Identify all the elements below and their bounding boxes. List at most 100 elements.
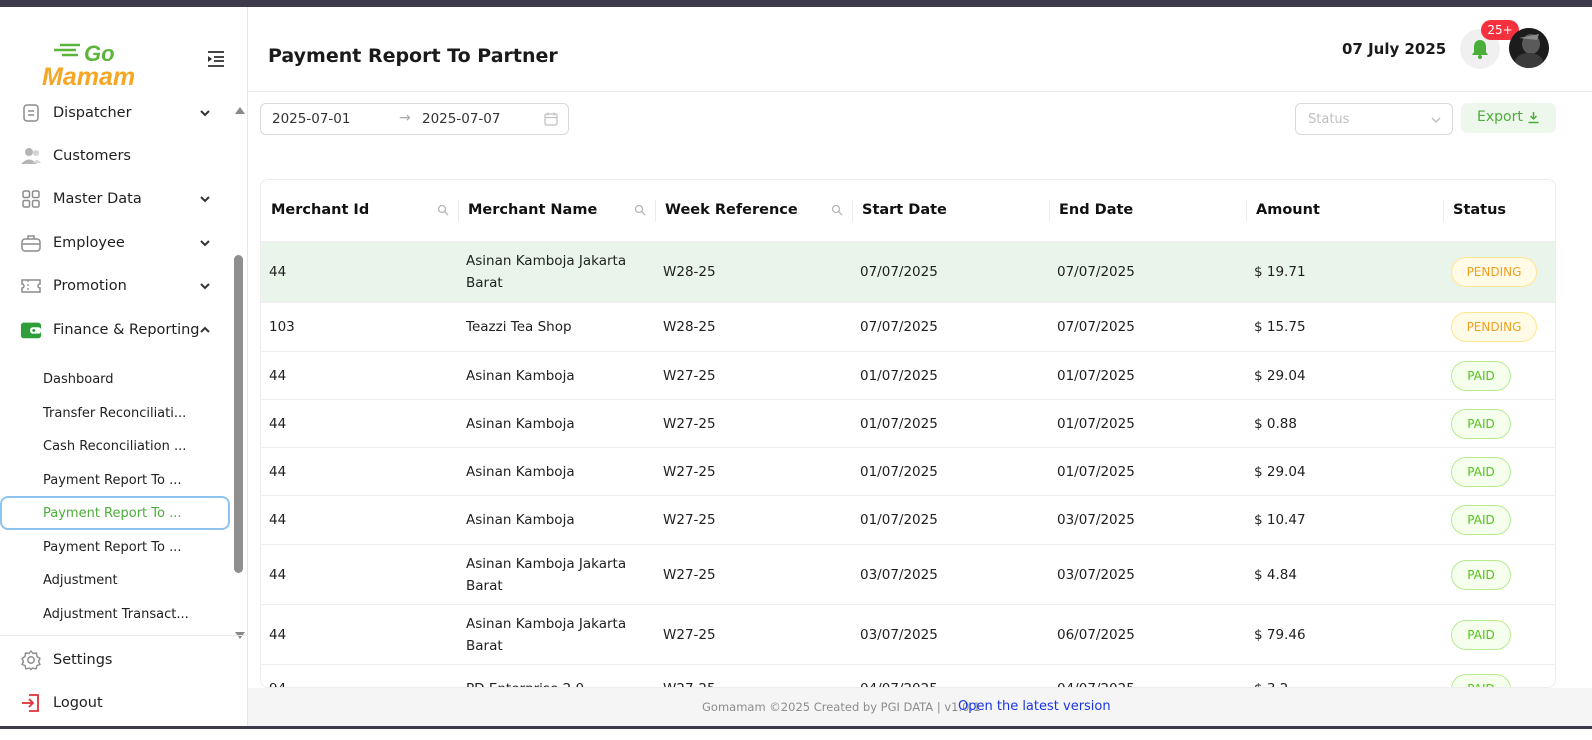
sidebar-item-promotion[interactable]: Promotion (0, 266, 232, 306)
submenu-item-label: Payment Report To ... (43, 539, 182, 555)
cell-start-date: 03/07/2025 (860, 627, 938, 643)
cell-end-date: 03/07/2025 (1057, 567, 1135, 583)
cell-merchant-name: Asinan Kamboja (466, 512, 575, 528)
table-header: Merchant Id Merchant Name Week Reference… (261, 180, 1555, 242)
cell-merchant-name: PD Enterprise 2.0 (466, 678, 584, 687)
submenu-item-label: Adjustment Transact... (43, 606, 189, 622)
table-row[interactable]: 44 Asinan Kamboja Jakarta Barat W27-25 0… (261, 545, 1555, 605)
sidebar-scrollbar[interactable] (232, 105, 246, 641)
sidebar-item-customers[interactable]: Customers (0, 136, 232, 176)
search-icon[interactable] (437, 204, 449, 216)
submenu-item-adjustment[interactable]: Adjustment (0, 564, 230, 596)
sidebar-item-logout[interactable]: Logout (0, 683, 232, 723)
chevron-down-icon (200, 283, 210, 290)
table-row[interactable]: 103 Teazzi Tea Shop W28-25 07/07/2025 07… (261, 303, 1555, 352)
column-header-label: Week Reference (665, 202, 798, 218)
cell-start-date: 03/07/2025 (860, 567, 938, 583)
submenu-item-dashboard[interactable]: Dashboard (0, 363, 230, 395)
sidebar-item-dispatcher[interactable]: Dispatcher (0, 99, 232, 133)
submenu-item-label: Payment Report To ... (43, 505, 182, 521)
clipboard-icon (20, 102, 42, 124)
chevron-down-icon (1431, 117, 1441, 124)
sidebar-item-settings[interactable]: Settings (0, 640, 232, 680)
cell-week-reference: W27-25 (663, 627, 716, 643)
cell-end-date: 06/07/2025 (1057, 627, 1135, 643)
status-badge: PENDING (1451, 257, 1537, 287)
scroll-thumb[interactable] (234, 255, 243, 573)
cell-amount: $ 4.84 (1254, 567, 1297, 583)
cell-start-date: 01/07/2025 (860, 368, 938, 384)
column-header-label: Merchant Name (468, 202, 598, 218)
cell-week-reference: W28-25 (663, 319, 716, 335)
table-row[interactable]: 44 Asinan Kamboja W27-25 01/07/2025 01/0… (261, 448, 1555, 496)
logo-text-bottom: Mamam (42, 63, 135, 91)
cell-amount: $ 0.88 (1254, 416, 1297, 432)
submenu-item-transfer-reconciliation[interactable]: Transfer Reconciliati... (0, 397, 230, 429)
cell-end-date: 04/07/2025 (1057, 678, 1135, 687)
cell-amount: $ 29.04 (1254, 368, 1306, 384)
submenu-item-label: Payment Report To ... (43, 472, 182, 488)
cell-merchant-name: Asinan Kamboja (466, 368, 575, 384)
table-row[interactable]: 44 Asinan Kamboja W27-25 01/07/2025 01/0… (261, 352, 1555, 400)
page-title: Payment Report To Partner (268, 45, 558, 67)
sidebar-item-employee[interactable]: Employee (0, 223, 232, 263)
table-row[interactable]: 44 Asinan Kamboja W27-25 01/07/2025 01/0… (261, 400, 1555, 448)
cell-start-date: 01/07/2025 (860, 416, 938, 432)
table-row[interactable]: 44 Asinan Kamboja Jakarta Barat W28-25 0… (261, 242, 1555, 303)
briefcase-icon (20, 232, 42, 254)
open-latest-version-link[interactable]: Open the latest version (958, 699, 1111, 714)
cell-merchant-id: 44 (269, 464, 287, 480)
table-row[interactable]: 44 Asinan Kamboja Jakarta Barat W27-25 0… (261, 605, 1555, 665)
scroll-up-arrow-icon[interactable] (235, 107, 245, 114)
window-bottom-bar (0, 726, 1592, 729)
grid-icon (20, 188, 42, 210)
sidebar-divider (0, 635, 248, 636)
table-row[interactable]: 44 Asinan Kamboja W27-25 01/07/2025 03/0… (261, 496, 1555, 545)
sidebar-item-label: Dispatcher (53, 105, 132, 121)
wallet-icon (20, 319, 42, 341)
cell-amount: $ 19.71 (1254, 264, 1306, 280)
chevron-down-icon (200, 110, 210, 117)
table-row[interactable]: 94 PD Enterprise 2.0 W27-25 04/07/2025 0… (261, 665, 1555, 687)
window-top-bar (0, 0, 1592, 7)
app-logo[interactable]: Go Mamam (40, 39, 152, 91)
cell-merchant-id: 44 (269, 416, 287, 432)
sidebar-item-finance-reporting[interactable]: Finance & Reporting (0, 310, 232, 350)
search-icon[interactable] (634, 204, 646, 216)
cell-start-date: 04/07/2025 (860, 678, 938, 687)
cell-week-reference: W27-25 (663, 678, 716, 687)
cell-amount: $ 3.2 (1254, 678, 1288, 687)
submenu-item-payment-report-3[interactable]: Payment Report To ... (0, 531, 230, 563)
cell-merchant-id: 44 (269, 567, 287, 583)
chevron-down-icon (200, 240, 210, 247)
date-start-input[interactable]: 2025-07-01 (272, 111, 350, 127)
submenu-item-payment-report-1[interactable]: Payment Report To ... (0, 464, 230, 496)
column-header-status: Status (1443, 180, 1555, 242)
page-header: Payment Report To Partner 07 July 2025 2… (248, 7, 1592, 92)
column-header-start-date: Start Date (852, 180, 1049, 242)
cell-end-date: 07/07/2025 (1057, 319, 1135, 335)
cell-week-reference: W27-25 (663, 567, 716, 583)
users-icon (20, 145, 42, 167)
cell-amount: $ 29.04 (1254, 464, 1306, 480)
date-range-picker[interactable]: 2025-07-01 → 2025-07-07 (260, 103, 569, 135)
cell-merchant-name-line2: Barat (466, 638, 503, 654)
cell-merchant-name: Asinan Kamboja (466, 464, 575, 480)
sidebar-item-label: Settings (53, 652, 113, 668)
cell-start-date: 01/07/2025 (860, 512, 938, 528)
submenu-item-payment-report-to-partner[interactable]: Payment Report To ... (0, 496, 230, 530)
search-icon[interactable] (831, 204, 843, 216)
arrow-right-icon: → (399, 110, 411, 126)
sidebar-collapse-button[interactable] (206, 49, 226, 69)
submenu-item-label: Dashboard (43, 371, 114, 387)
status-select[interactable]: Status (1295, 103, 1453, 135)
ticket-icon (20, 275, 42, 297)
submenu-item-adjustment-transaction[interactable]: Adjustment Transact... (0, 598, 230, 630)
export-button[interactable]: Export (1461, 103, 1556, 133)
status-badge: PAID (1451, 620, 1511, 650)
submenu-item-cash-reconciliation[interactable]: Cash Reconciliation ... (0, 430, 230, 462)
sidebar-item-master-data[interactable]: Master Data (0, 179, 232, 219)
date-end-input[interactable]: 2025-07-07 (422, 111, 500, 127)
avatar[interactable] (1509, 28, 1549, 68)
column-header-merchant-name: Merchant Name (458, 180, 655, 242)
